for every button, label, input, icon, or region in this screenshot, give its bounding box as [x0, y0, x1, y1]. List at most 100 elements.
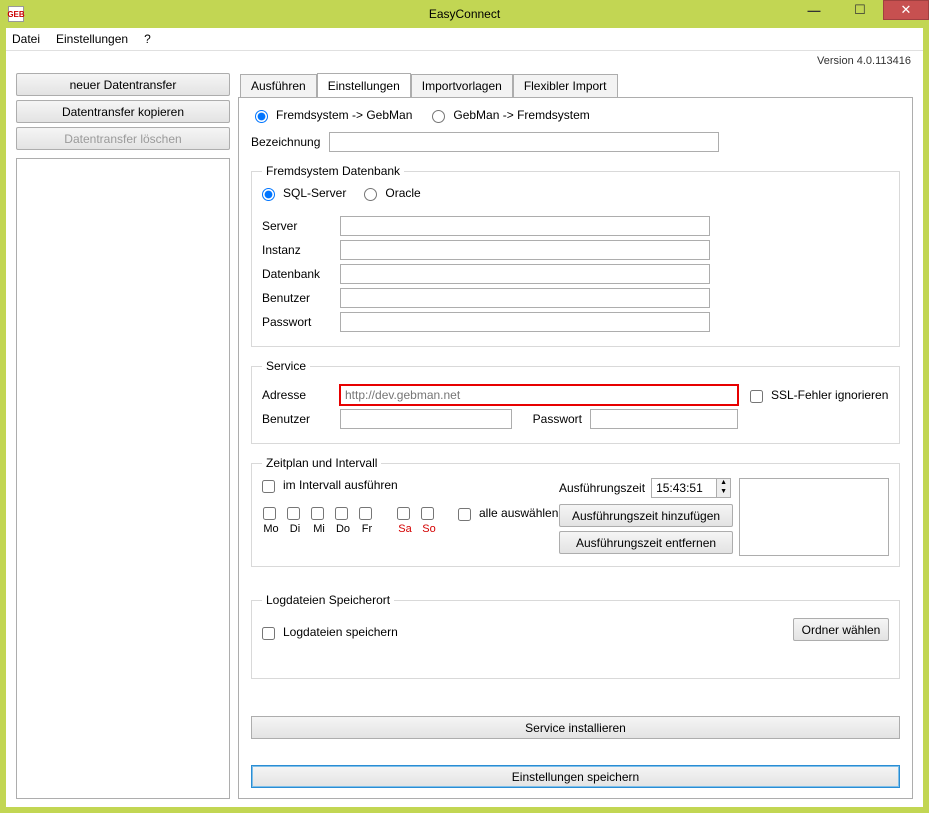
- datenbank-label: Datenbank: [262, 267, 340, 281]
- service-passwort-label: Passwort: [512, 412, 590, 426]
- client-area: Datei Einstellungen ? Version 4.0.113416…: [6, 28, 923, 807]
- tab-einstellungen[interactable]: Einstellungen: [317, 73, 411, 98]
- ssl-ignore-checkbox-input[interactable]: [750, 390, 763, 403]
- select-all-days-checkbox-input[interactable]: [458, 508, 471, 521]
- day-fr-label: Fr: [362, 523, 372, 535]
- interval-run-checkbox[interactable]: im Intervall ausführen: [262, 478, 559, 492]
- passwort-db-input[interactable]: [340, 312, 710, 332]
- window-titlebar: GEB EasyConnect — ☐ ✕: [0, 0, 929, 28]
- right-panel: Ausführen Einstellungen Importvorlagen F…: [238, 59, 913, 799]
- time-list[interactable]: [739, 478, 889, 556]
- day-so-checkbox[interactable]: [421, 507, 434, 520]
- instanz-label: Instanz: [262, 243, 340, 257]
- fieldset-service-legend: Service: [262, 359, 310, 373]
- remove-time-button[interactable]: Ausführungszeit entfernen: [559, 531, 733, 554]
- weekday-group: Mo Di Mi Do Fr Sa So: [262, 506, 438, 535]
- day-mi-checkbox[interactable]: [311, 507, 324, 520]
- bezeichnung-row: Bezeichnung: [251, 132, 900, 152]
- service-benutzer-input[interactable]: [340, 409, 512, 429]
- day-sa-label: Sa: [398, 523, 411, 535]
- server-label: Server: [262, 219, 340, 233]
- menu-help[interactable]: ?: [144, 32, 151, 46]
- day-mi-label: Mi: [313, 523, 325, 535]
- fieldset-db: Fremdsystem Datenbank SQL-Server Oracle …: [251, 164, 900, 347]
- radio-sqlserver-input[interactable]: [262, 188, 275, 201]
- version-label: Version 4.0.113416: [817, 55, 911, 67]
- datenbank-input[interactable]: [340, 264, 710, 284]
- save-settings-button[interactable]: Einstellungen speichern: [251, 765, 900, 788]
- day-do-label: Do: [336, 523, 350, 535]
- interval-run-checkbox-input[interactable]: [262, 480, 275, 493]
- minimize-button[interactable]: —: [791, 0, 837, 20]
- bezeichnung-label: Bezeichnung: [251, 135, 329, 149]
- tab-panel-einstellungen: Fremdsystem -> GebMan GebMan -> Fremdsys…: [238, 97, 913, 799]
- time-spinner-buttons[interactable]: ▲▼: [716, 479, 730, 497]
- direction-radio-group: Fremdsystem -> GebMan GebMan -> Fremdsys…: [251, 108, 900, 122]
- radio-gebman-to-fremd[interactable]: GebMan -> Fremdsystem: [432, 108, 589, 122]
- radio-oracle[interactable]: Oracle: [364, 186, 420, 200]
- maximize-button[interactable]: ☐: [837, 0, 883, 20]
- day-mo-checkbox[interactable]: [263, 507, 276, 520]
- add-time-button[interactable]: Ausführungszeit hinzufügen: [559, 504, 733, 527]
- ssl-ignore-label: SSL-Fehler ignorieren: [771, 388, 888, 402]
- tab-importvorlagen[interactable]: Importvorlagen: [411, 74, 513, 99]
- day-fr-checkbox[interactable]: [359, 507, 372, 520]
- radio-oracle-input[interactable]: [364, 188, 377, 201]
- select-all-days-label: alle auswählen: [479, 506, 558, 520]
- radio-fremd-to-gebman[interactable]: Fremdsystem -> GebMan: [255, 108, 412, 122]
- service-passwort-input[interactable]: [590, 409, 738, 429]
- server-input[interactable]: [340, 216, 710, 236]
- close-button[interactable]: ✕: [883, 0, 929, 20]
- fieldset-service: Service Adresse SSL-Fehler ignorieren Be…: [251, 359, 900, 444]
- window-title: EasyConnect: [429, 7, 500, 21]
- bezeichnung-input[interactable]: [329, 132, 719, 152]
- menu-bar: Datei Einstellungen ?: [6, 28, 923, 51]
- radio-fremd-to-gebman-input[interactable]: [255, 110, 268, 123]
- ssl-ignore-checkbox[interactable]: SSL-Fehler ignorieren: [750, 388, 888, 402]
- menu-settings[interactable]: Einstellungen: [56, 32, 128, 46]
- fieldset-log: Logdateien Speicherort Logdateien speich…: [251, 593, 900, 679]
- fieldset-schedule: Zeitplan und Intervall im Intervall ausf…: [251, 456, 900, 567]
- instanz-input[interactable]: [340, 240, 710, 260]
- day-mo-label: Mo: [263, 523, 278, 535]
- radio-fremd-to-gebman-label: Fremdsystem -> GebMan: [276, 108, 412, 122]
- service-benutzer-label: Benutzer: [262, 412, 340, 426]
- datatransfer-list[interactable]: [16, 158, 230, 799]
- tab-flexibler-import[interactable]: Flexibler Import: [513, 74, 618, 99]
- benutzer-db-label: Benutzer: [262, 291, 340, 305]
- tab-strip: Ausführen Einstellungen Importvorlagen F…: [238, 73, 913, 98]
- log-save-label: Logdateien speichern: [283, 625, 398, 639]
- menu-file[interactable]: Datei: [12, 32, 40, 46]
- radio-oracle-label: Oracle: [385, 186, 420, 200]
- passwort-db-label: Passwort: [262, 315, 340, 329]
- day-sa-checkbox[interactable]: [397, 507, 410, 520]
- new-datatransfer-button[interactable]: neuer Datentransfer: [16, 73, 230, 96]
- adresse-input[interactable]: [340, 385, 738, 405]
- radio-gebman-to-fremd-label: GebMan -> Fremdsystem: [453, 108, 589, 122]
- log-save-checkbox-input[interactable]: [262, 627, 275, 640]
- copy-datatransfer-button[interactable]: Datentransfer kopieren: [16, 100, 230, 123]
- radio-gebman-to-fremd-input[interactable]: [432, 110, 445, 123]
- ausfuehrungszeit-label: Ausführungszeit: [559, 481, 645, 495]
- choose-folder-button[interactable]: Ordner wählen: [793, 618, 889, 641]
- radio-sqlserver[interactable]: SQL-Server: [262, 186, 346, 200]
- install-service-button[interactable]: Service installieren: [251, 716, 900, 739]
- radio-sqlserver-label: SQL-Server: [283, 186, 346, 200]
- fieldset-schedule-legend: Zeitplan und Intervall: [262, 456, 381, 470]
- delete-datatransfer-button: Datentransfer löschen: [16, 127, 230, 150]
- interval-run-label: im Intervall ausführen: [283, 478, 398, 492]
- day-do-checkbox[interactable]: [335, 507, 348, 520]
- day-di-checkbox[interactable]: [287, 507, 300, 520]
- time-spinner[interactable]: ▲▼: [651, 478, 731, 498]
- time-input[interactable]: [652, 479, 716, 497]
- fieldset-log-legend: Logdateien Speicherort: [262, 593, 394, 607]
- tab-ausfuehren[interactable]: Ausführen: [240, 74, 317, 99]
- adresse-label: Adresse: [262, 388, 340, 402]
- day-so-label: So: [422, 523, 435, 535]
- left-panel: neuer Datentransfer Datentransfer kopier…: [16, 59, 230, 799]
- select-all-days-checkbox[interactable]: alle auswählen: [458, 506, 558, 520]
- day-di-label: Di: [290, 523, 300, 535]
- fieldset-db-legend: Fremdsystem Datenbank: [262, 164, 404, 178]
- benutzer-db-input[interactable]: [340, 288, 710, 308]
- app-icon: GEB: [8, 6, 24, 22]
